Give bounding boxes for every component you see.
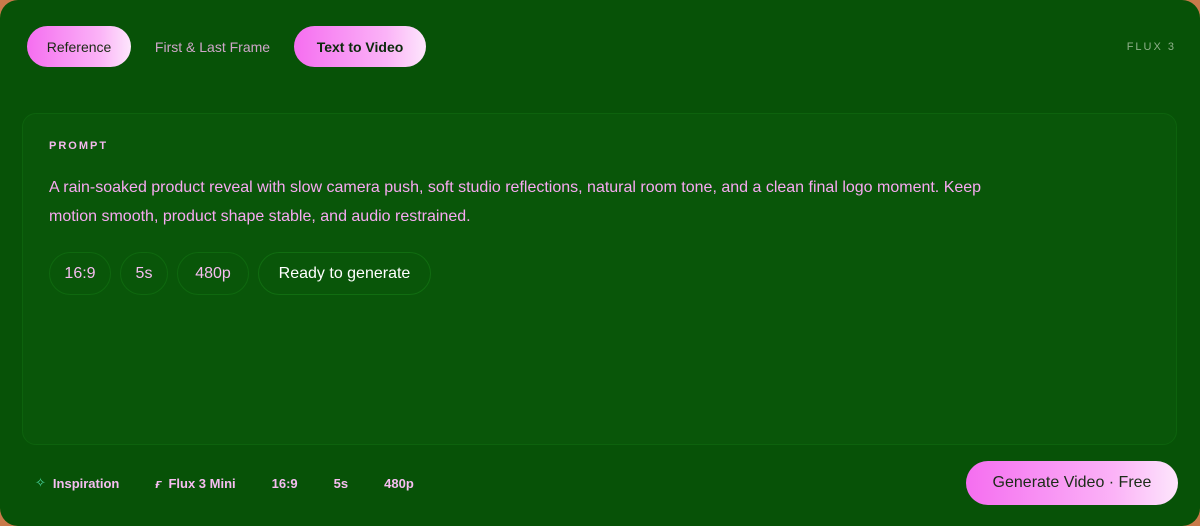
footer-toolbar: ✧ Inspiration ғ Flux 3 Mini 16:9 5s 480p [22,462,437,504]
video-generator-panel: Reference First & Last Frame Text to Vid… [0,0,1200,526]
flux-logo-icon: ғ [155,475,162,491]
mode-tabs: Reference First & Last Frame Text to Vid… [27,26,426,67]
status-badge: Ready to generate [258,252,431,295]
generate-video-button[interactable]: Generate Video · Free [966,461,1178,505]
prompt-text[interactable]: A rain-soaked product reveal with slow c… [49,173,1009,231]
tab-first-last-frame[interactable]: First & Last Frame [131,26,294,67]
sparkle-icon: ✧ [35,475,46,490]
tab-reference[interactable]: Reference [27,26,131,67]
chip-aspect-ratio[interactable]: 16:9 [49,252,111,295]
prompt-chips: 16:9 5s 480p Ready to generate [49,252,431,295]
resolution-selector[interactable]: 480p [371,464,427,502]
prompt-card[interactable]: PROMPT A rain-soaked product reveal with… [22,113,1177,445]
model-brand: FLUX 3 [1126,41,1176,53]
tab-text-to-video[interactable]: Text to Video [294,26,426,67]
prompt-label: PROMPT [49,140,109,152]
aspect-ratio-selector[interactable]: 16:9 [259,464,311,502]
model-label: Flux 3 Mini [168,475,236,491]
inspiration-label: Inspiration [52,475,120,491]
chip-duration[interactable]: 5s [120,252,168,295]
chip-resolution[interactable]: 480p [177,252,249,295]
inspiration-button[interactable]: ✧ Inspiration [22,464,132,502]
duration-selector[interactable]: 5s [321,464,361,502]
model-selector[interactable]: ғ Flux 3 Mini [142,464,248,502]
